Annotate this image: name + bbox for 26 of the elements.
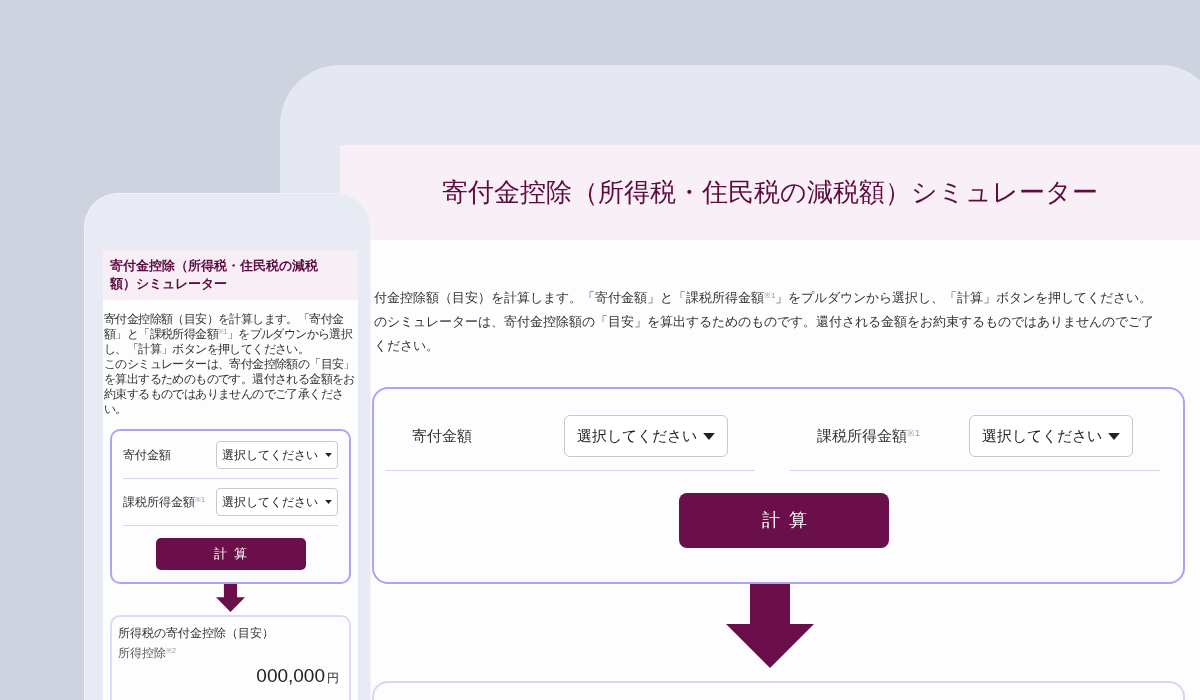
caret-icon xyxy=(703,432,715,440)
result-label: 所得控除$^{※2}$ xyxy=(118,645,176,661)
page-title: 寄付金控除（所得税・住民税の減税額）シミュレーター xyxy=(110,257,319,293)
calculate-button[interactable]: 計算 xyxy=(679,493,889,548)
intro-text: 寄付金控除額（目安）を計算します。「寄付金額」と「課税所得金額$^{※1}$」をプルダウンから選択し、「計算」ボタンを押してください。 xyxy=(104,312,354,357)
caret-icon xyxy=(325,453,332,457)
down-arrow xyxy=(216,584,245,612)
caret-icon xyxy=(1108,432,1120,440)
dropdown-select[interactable]: 選択してください xyxy=(564,415,728,457)
result-heading: 所得税の寄付金控除（目安） xyxy=(118,625,274,642)
field-label: 課税所得金額$^{※1}$ xyxy=(817,425,920,446)
dropdown-select[interactable]: 選択してください xyxy=(216,441,338,469)
field-label: 寄付金額 xyxy=(123,447,171,464)
dropdown-select[interactable]: 選択してください xyxy=(969,415,1133,457)
field-label: 寄付金額 xyxy=(412,425,472,446)
intro-text: ください。 xyxy=(374,337,439,355)
field-label: 課税所得金額$^{※1}$ xyxy=(123,494,205,511)
calculate-button[interactable]: 計算 xyxy=(155,538,306,570)
intro-text: のシミュレーターは、寄付金控除額の「目安」を算出するためのものです。還付される金額をお約束するものではありませんのでご了 xyxy=(374,313,1154,331)
caret-icon xyxy=(325,500,332,504)
currency-unit: 円 xyxy=(327,670,339,687)
result-amount: 000,000 xyxy=(256,664,325,688)
page-title: 寄付金控除（所得税・住民税の減税額）シミュレーター xyxy=(442,176,1098,209)
intro-text: 付金控除額（目安）を計算します。「寄付金額」と「課税所得金額$^{※1}$」をプルダウンから選択し、「計算」ボタンを押してください。 xyxy=(374,289,1153,307)
dropdown-select[interactable]: 選択してください xyxy=(216,488,338,516)
intro-text: このシミュレーターは、寄付金控除額の「目安」を算出するためのものです。還付される金額をお約束するものではありませんのでご了承ください。 xyxy=(104,357,356,417)
